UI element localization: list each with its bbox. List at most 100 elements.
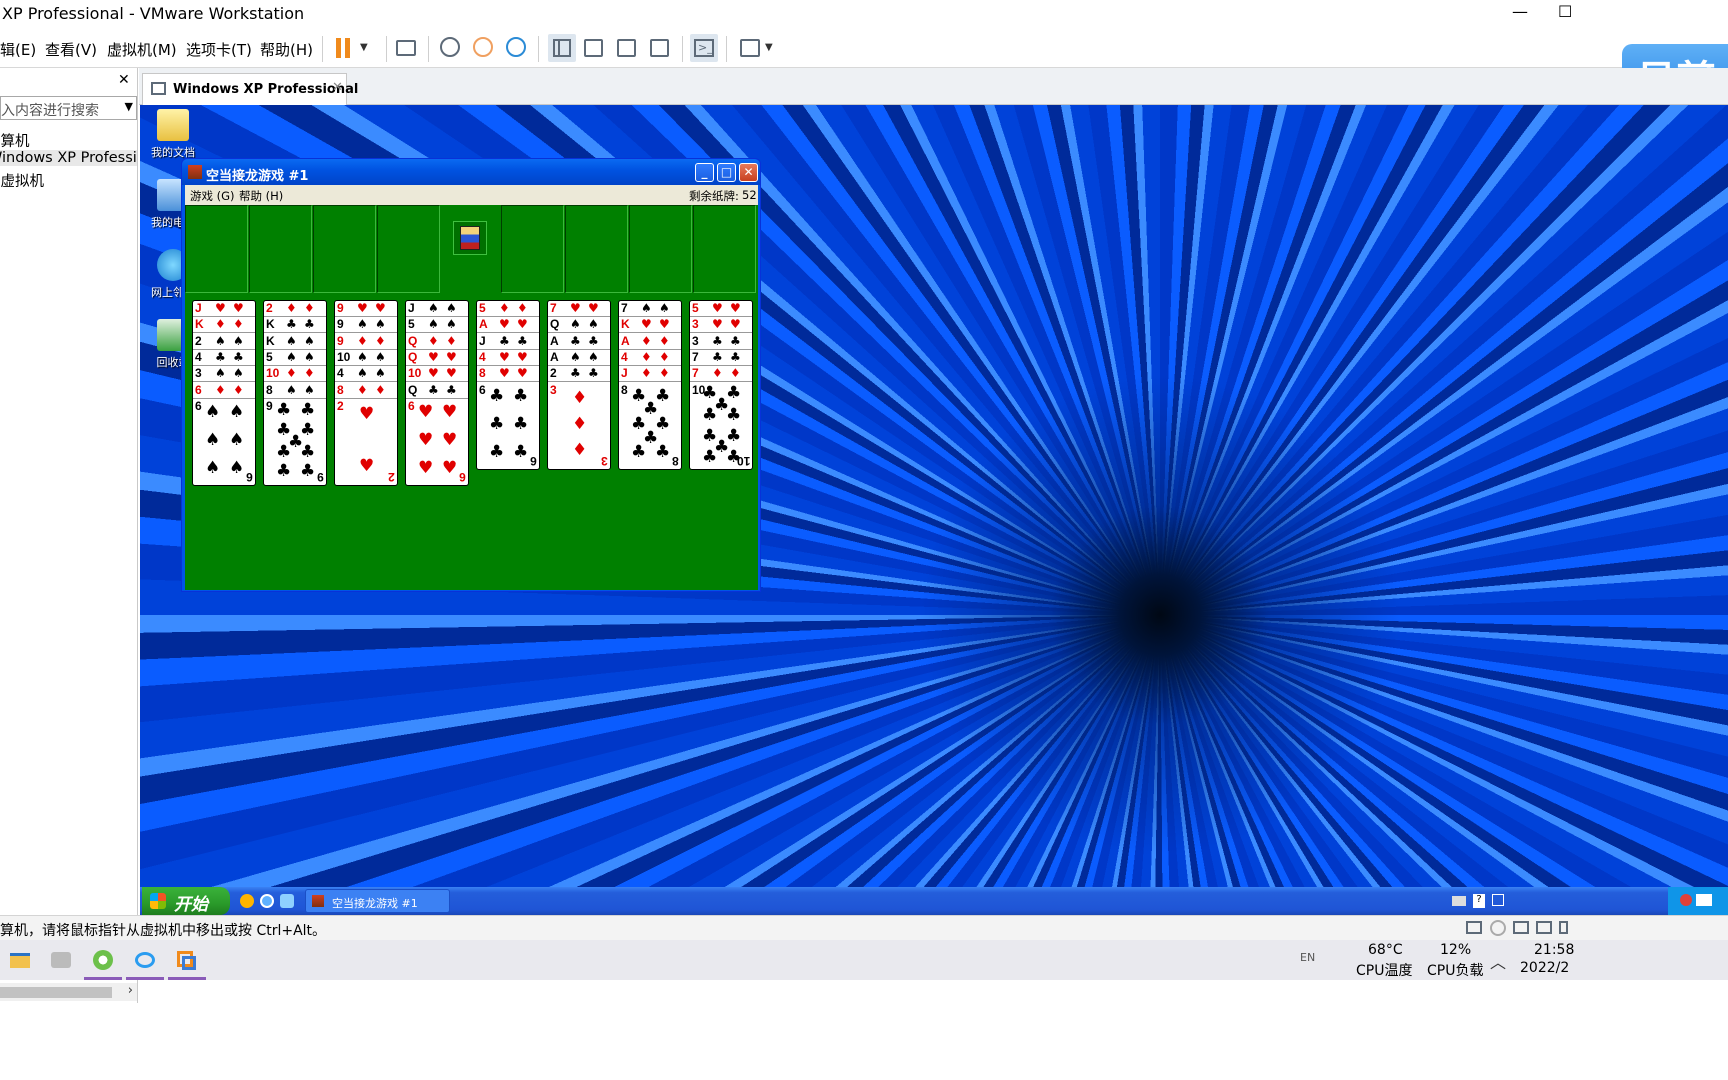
playing-card[interactable]: J ♥ ♥: [193, 301, 255, 317]
playing-card[interactable]: 8 ♥ ♥: [477, 366, 539, 383]
tableau-column[interactable]: 7 ♠ ♠ K ♥ ♥ A ♦ ♦ 4 ♦ ♦ J ♦ ♦ 8 8 ♣ ♣ ♣ ♣ ♣ ♣ ♣ ♣: [618, 300, 682, 470]
chevron-up-icon[interactable]: ︿: [1490, 949, 1506, 973]
playing-card[interactable]: J ♣ ♣: [477, 334, 539, 350]
playing-card-top[interactable]: 6 6 ♣ ♣ ♣ ♣ ♣ ♣: [477, 383, 539, 469]
clock-time[interactable]: 21:58: [1534, 942, 1574, 958]
playing-card[interactable]: 2 ♦ ♦: [264, 301, 326, 317]
playing-card[interactable]: 4 ♦ ♦: [619, 350, 681, 366]
snapshot-manager-icon[interactable]: [506, 37, 526, 57]
playing-card[interactable]: Q ♣ ♣: [406, 383, 468, 399]
unity-icon[interactable]: [650, 39, 669, 57]
playing-card[interactable]: 4 ♣ ♣: [193, 350, 255, 366]
playing-card[interactable]: 6 ♦ ♦: [193, 383, 255, 399]
playing-card[interactable]: 9 ♠ ♠: [335, 317, 397, 334]
clock-date[interactable]: 2022/2: [1520, 960, 1569, 976]
help-icon[interactable]: ?: [1473, 894, 1485, 908]
playing-card[interactable]: 4 ♥ ♥: [477, 350, 539, 366]
media-player-icon[interactable]: [240, 894, 254, 908]
xp-start-button[interactable]: 开始: [142, 887, 230, 915]
cloud-app-icon[interactable]: [132, 947, 158, 973]
network-adapter-icon[interactable]: [1513, 921, 1529, 934]
playing-card[interactable]: 10 ♠ ♠: [335, 350, 397, 366]
console-view-button[interactable]: >_: [690, 34, 718, 62]
playing-card-top[interactable]: 9 9 ♣ ♣ ♣ ♣ ♣ ♣ ♣ ♣ ♣: [264, 399, 326, 485]
playing-card[interactable]: J ♠ ♠: [406, 301, 468, 317]
tableau-column[interactable]: J ♥ ♥ K ♦ ♦ 2 ♠ ♠ 4 ♣ ♣ 3 ♠ ♠ 6 ♦ ♦ 6 6 ♠ ♠ ♠ ♠ ♠ ♠: [192, 300, 256, 486]
tableau-column[interactable]: 5 ♥ ♥ 3 ♥ ♥ 3 ♣ ♣ 7 ♣ ♣ 7 ♦ ♦ 10 10 ♣ ♣ ♣ ♣ ♣ ♣ ♣ ♣ ♣ ♣: [689, 300, 753, 470]
playing-card[interactable]: Q ♦ ♦: [406, 334, 468, 350]
playing-card[interactable]: 5 ♠ ♠: [406, 317, 468, 334]
playing-card[interactable]: J ♦ ♦: [619, 366, 681, 383]
playing-card[interactable]: 7 ♦ ♦: [690, 366, 752, 383]
library-item-my-vms[interactable]: 的虚拟机: [0, 170, 137, 191]
menu-view[interactable]: 查看(V): [45, 39, 97, 60]
maximize-button[interactable]: ☐: [1558, 2, 1572, 21]
playing-card[interactable]: 5 ♠ ♠: [264, 350, 326, 366]
tableau-column[interactable]: 2 ♦ ♦ K ♣ ♣ K ♠ ♠ 5 ♠ ♠ 10 ♦ ♦ 8 ♠ ♠ 9 9 ♣ ♣ ♣ ♣ ♣ ♣ ♣ ♣ ♣: [263, 300, 327, 486]
playing-card[interactable]: 7 ♠ ♠: [619, 301, 681, 317]
free-cell[interactable]: [377, 205, 440, 293]
playing-card[interactable]: 5 ♥ ♥: [690, 301, 752, 317]
playing-card-top[interactable]: 10 10 ♣ ♣ ♣ ♣ ♣ ♣ ♣ ♣ ♣ ♣: [690, 383, 752, 469]
freecell-board[interactable]: J ♥ ♥ K ♦ ♦ 2 ♠ ♠ 4 ♣ ♣ 3 ♠ ♠ 6 ♦ ♦ 6 6 ♠ ♠ ♠ ♠ ♠ ♠ 2 ♦ ♦ K ♣ ♣ K ♠ ♠ 5 ♠ ♠ 10…: [185, 205, 758, 590]
menu-vm[interactable]: 虚拟机(M): [107, 39, 177, 60]
library-item-computer[interactable]: 计算机: [0, 130, 137, 151]
freecell-minimize-button[interactable]: _: [695, 163, 714, 182]
security-icon[interactable]: [1680, 894, 1692, 906]
vmware-app-icon[interactable]: [174, 947, 200, 973]
browser-icon[interactable]: [90, 947, 116, 973]
playing-card[interactable]: 4 ♠ ♠: [335, 366, 397, 383]
search-dropdown-icon[interactable]: ▼: [125, 100, 133, 113]
playing-card[interactable]: 2 ♠ ♠: [193, 334, 255, 350]
playing-card-top[interactable]: 3 3 ♦ ♦ ♦: [548, 383, 610, 469]
scroll-right-icon[interactable]: ›: [128, 983, 133, 998]
free-cell[interactable]: [249, 205, 312, 293]
playing-card[interactable]: K ♦ ♦: [193, 317, 255, 334]
library-scrollbar[interactable]: ›: [0, 983, 137, 1001]
library-close-icon[interactable]: ✕: [118, 72, 130, 88]
xp-task-freecell[interactable]: 空当接龙游戏 #1: [305, 889, 450, 913]
playing-card-top[interactable]: 6 6 ♠ ♠ ♠ ♠ ♠ ♠: [193, 399, 255, 485]
freecell-menu-game[interactable]: 游戏 (G): [190, 188, 235, 204]
thumbnail-bar-icon[interactable]: [584, 39, 603, 57]
playing-card-top[interactable]: 2 2 ♥ ♥: [335, 399, 397, 485]
freecell-close-button[interactable]: ✕: [739, 163, 758, 182]
send-keys-icon[interactable]: [396, 40, 416, 56]
playing-card[interactable]: 7 ♣ ♣: [690, 350, 752, 366]
scrollbar-thumb[interactable]: [0, 987, 112, 998]
playing-card[interactable]: A ♣ ♣: [548, 334, 610, 350]
freecell-titlebar[interactable]: 空当接龙游戏 #1 _ □ ✕: [182, 159, 760, 185]
menu-help[interactable]: 帮助(H): [260, 39, 313, 60]
playing-card[interactable]: 3 ♥ ♥: [690, 317, 752, 334]
keyboard-icon[interactable]: [1452, 896, 1466, 906]
playing-card[interactable]: 9 ♥ ♥: [335, 301, 397, 317]
playing-card-top[interactable]: 8 8 ♣ ♣ ♣ ♣ ♣ ♣ ♣ ♣: [619, 383, 681, 469]
playing-card[interactable]: A ♠ ♠: [548, 350, 610, 366]
fullscreen-icon[interactable]: [617, 39, 636, 57]
library-item-xp[interactable]: Windows XP Professional: [0, 150, 137, 166]
tableau-column[interactable]: 7 ♥ ♥ Q ♠ ♠ A ♣ ♣ A ♠ ♠ 2 ♣ ♣ 3 3 ♦ ♦ ♦: [547, 300, 611, 470]
minimize-button[interactable]: —: [1512, 2, 1528, 21]
playing-card[interactable]: Q ♠ ♠: [548, 317, 610, 334]
ie-icon[interactable]: [260, 894, 274, 908]
tray-expand-icon[interactable]: [1492, 894, 1504, 906]
tableau-column[interactable]: 5 ♦ ♦ A ♥ ♥ J ♣ ♣ 4 ♥ ♥ 8 ♥ ♥ 6 6 ♣ ♣ ♣ ♣ ♣ ♣: [476, 300, 540, 470]
playing-card[interactable]: 8 ♠ ♠: [264, 383, 326, 399]
stretch-icon[interactable]: [740, 39, 760, 57]
file-explorer-icon[interactable]: [7, 947, 33, 973]
playing-card[interactable]: K ♥ ♥: [619, 317, 681, 334]
free-cell[interactable]: [185, 205, 248, 293]
language-indicator[interactable]: EN: [1300, 951, 1315, 964]
hdd-icon[interactable]: [1466, 921, 1482, 934]
playing-card[interactable]: 10 ♦ ♦: [264, 366, 326, 383]
tab-close-icon[interactable]: ✕: [332, 80, 343, 95]
playing-card[interactable]: 3 ♣ ♣: [690, 334, 752, 350]
playing-card[interactable]: 10 ♥ ♥: [406, 366, 468, 383]
playing-card[interactable]: K ♠ ♠: [264, 334, 326, 350]
playing-card[interactable]: 5 ♦ ♦: [477, 301, 539, 317]
cdrom-icon[interactable]: [1490, 920, 1506, 936]
home-cell[interactable]: [565, 205, 628, 293]
vmware-tools-icon[interactable]: [1696, 894, 1712, 906]
desktop-icon-my-documents[interactable]: 我的文档: [142, 109, 204, 160]
home-cell[interactable]: [693, 205, 756, 293]
